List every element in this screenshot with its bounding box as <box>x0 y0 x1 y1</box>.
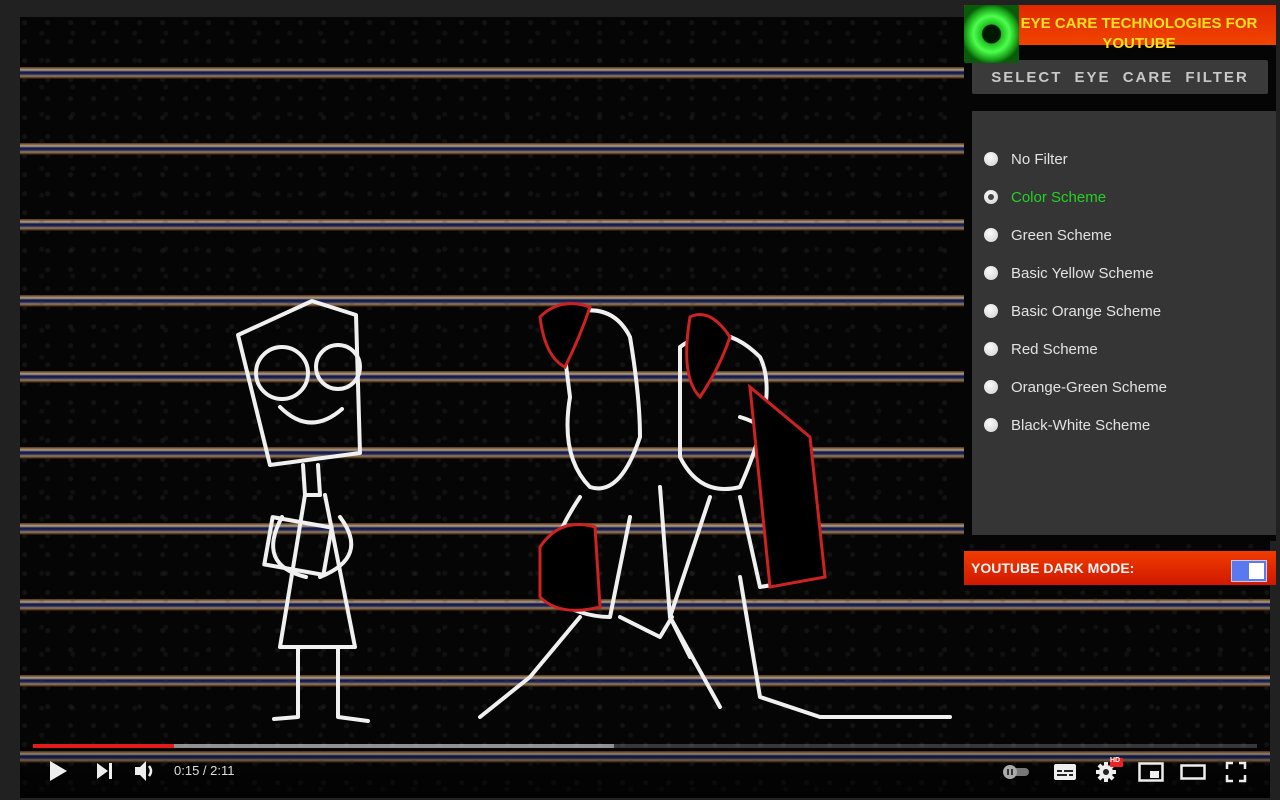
filter-option-label: No Filter <box>1011 150 1068 168</box>
settings-button[interactable]: HD <box>1094 757 1124 783</box>
toggle-knob <box>1249 563 1264 579</box>
filter-option-label: Orange-Green Scheme <box>1011 378 1167 396</box>
miniplayer-icon <box>1138 762 1164 782</box>
filter-option-basic-orange-scheme[interactable]: Basic Orange Scheme <box>984 301 1161 321</box>
filter-option-label: Green Scheme <box>1011 226 1112 244</box>
autoplay-toggle[interactable] <box>1000 759 1032 785</box>
filter-option-orange-green-scheme[interactable]: Orange-Green Scheme <box>984 377 1167 397</box>
dark-mode-toggle[interactable] <box>1231 560 1267 582</box>
filter-option-label: Basic Orange Scheme <box>1011 302 1162 320</box>
radio-button[interactable] <box>984 152 998 166</box>
time-display: 0:15 / 2:11 <box>174 763 235 778</box>
next-button[interactable] <box>92 758 118 784</box>
dark-mode-label: YOUTUBE DARK MODE: <box>971 560 1135 576</box>
cartoon-hair-middle <box>538 302 592 370</box>
radio-button[interactable] <box>984 266 998 280</box>
filter-option-label: Black-White Scheme <box>1011 416 1151 434</box>
fullscreen-button[interactable] <box>1222 759 1250 785</box>
cartoon-character-left <box>236 299 370 723</box>
play-icon <box>50 761 67 781</box>
radio-button-checked[interactable] <box>984 190 998 204</box>
filter-option-label: Basic Yellow Scheme <box>1011 264 1154 282</box>
filter-option-label: Red Scheme <box>1011 340 1098 358</box>
theater-mode-button[interactable] <box>1179 759 1207 785</box>
cartoon-hair-right <box>685 313 732 400</box>
subtitles-icon <box>1054 764 1076 780</box>
filter-option-label: Color Scheme <box>1011 188 1107 206</box>
progress-bar[interactable] <box>33 744 1257 748</box>
radio-button[interactable] <box>984 228 998 242</box>
hd-badge: HD <box>1110 757 1121 764</box>
autoplay-toggle-icon <box>1003 765 1029 779</box>
filter-option-basic-yellow-scheme[interactable]: Basic Yellow Scheme <box>984 263 1154 283</box>
radio-button[interactable] <box>984 342 998 356</box>
cartoon-coat-right <box>748 383 827 589</box>
play-button[interactable] <box>44 758 72 784</box>
filter-option-red-scheme[interactable]: Red Scheme <box>984 339 1098 359</box>
filter-option-green-scheme[interactable]: Green Scheme <box>984 225 1112 245</box>
select-eye-care-filter-button[interactable]: SELECT EYE CARE FILTER <box>972 60 1268 94</box>
filter-option-no-filter[interactable]: No Filter <box>984 149 1068 169</box>
cartoon-character-middle <box>478 308 692 719</box>
dark-mode-bar: YOUTUBE DARK MODE: <box>964 551 1276 585</box>
radio-button[interactable] <box>984 380 998 394</box>
filter-options-list: No Filter Color Scheme Green Scheme Basi… <box>964 105 1276 541</box>
radio-button[interactable] <box>984 304 998 318</box>
progress-played <box>33 744 174 748</box>
theater-mode-icon <box>1180 764 1206 780</box>
next-icon <box>97 763 112 779</box>
miniplayer-button[interactable] <box>1137 759 1165 785</box>
filter-option-black-white-scheme[interactable]: Black-White Scheme <box>984 415 1150 435</box>
volume-icon <box>135 761 153 781</box>
radio-button[interactable] <box>984 418 998 432</box>
eye-care-extension-panel: SELECT EYE CARE FILTER EYE CARE TECHNOLO… <box>964 5 1276 585</box>
subtitles-button[interactable] <box>1052 759 1078 785</box>
filter-option-color-scheme[interactable]: Color Scheme <box>984 187 1106 207</box>
extension-title: EYE CARE TECHNOLOGIES FOR YOUTUBE <box>1020 15 1258 52</box>
fullscreen-icon <box>1225 761 1247 783</box>
cartoon-dress-middle <box>538 523 602 612</box>
volume-button[interactable] <box>132 758 160 784</box>
